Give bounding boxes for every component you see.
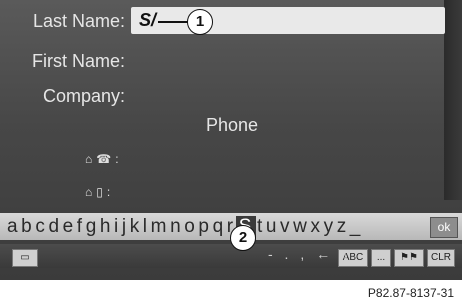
key-c[interactable]: c xyxy=(34,216,47,238)
key-f[interactable]: f xyxy=(76,216,85,238)
key-a[interactable]: a xyxy=(6,216,20,238)
key-k[interactable]: k xyxy=(129,216,142,238)
right-edge-strip xyxy=(444,0,462,200)
key-t[interactable]: t xyxy=(256,216,265,238)
key-l[interactable]: l xyxy=(142,216,150,238)
key-e[interactable]: e xyxy=(62,216,76,238)
last-name-label: Last Name: xyxy=(32,10,125,31)
last-name-value: S/ xyxy=(139,10,157,30)
company-row[interactable]: Company: xyxy=(0,83,125,109)
key-u[interactable]: u xyxy=(265,216,279,238)
home-icon: ⌂ xyxy=(85,185,93,199)
callout-1-leader xyxy=(158,21,188,23)
more-characters-button[interactable]: ... xyxy=(371,249,391,267)
key-v[interactable]: v xyxy=(279,216,292,238)
first-name-label: First Name: xyxy=(31,50,125,71)
key-d[interactable]: d xyxy=(47,216,61,238)
home-phone-colon: : xyxy=(115,152,119,166)
key-space[interactable]: _ xyxy=(349,216,363,238)
key-i[interactable]: i xyxy=(113,216,121,238)
company-label: Company: xyxy=(42,85,125,106)
home-icon: ⌂ xyxy=(85,152,93,166)
home-phone-row[interactable]: ⌂ ☎ : xyxy=(85,152,119,166)
callout-2: 2 xyxy=(230,225,256,251)
key-o[interactable]: o xyxy=(183,216,197,238)
home-mobile-colon: : xyxy=(106,185,111,199)
last-name-row: Last Name: xyxy=(0,8,125,34)
callout-1: 1 xyxy=(187,9,213,35)
image-reference-code: P82.87-8137-31 xyxy=(367,286,454,300)
key-m[interactable]: m xyxy=(150,216,169,238)
key-g[interactable]: g xyxy=(85,216,99,238)
key-n[interactable]: n xyxy=(169,216,183,238)
key-j[interactable]: j xyxy=(121,216,129,238)
bottom-toolbar: ▭ ABC ... ⚑⚑ CLR xyxy=(0,244,462,268)
screen: Last Name: S/ First Name: Company: Phone… xyxy=(0,0,462,280)
mobile-phone-icon: ▯ xyxy=(96,185,103,199)
menu-icon[interactable]: ▭ xyxy=(12,249,38,267)
key-p[interactable]: p xyxy=(197,216,211,238)
language-flag-icon[interactable]: ⚑⚑ xyxy=(394,249,424,267)
key-h[interactable]: h xyxy=(99,216,113,238)
symbol-keys[interactable]: - . , ← ↓ xyxy=(268,246,353,262)
key-w[interactable]: w xyxy=(292,216,309,238)
phone-heading: Phone xyxy=(206,115,259,135)
ok-button[interactable]: ok xyxy=(430,217,458,238)
first-name-row[interactable]: First Name: xyxy=(0,48,125,74)
key-z[interactable]: z xyxy=(336,216,349,238)
key-y[interactable]: y xyxy=(323,216,336,238)
home-mobile-row[interactable]: ⌂ ▯ : xyxy=(85,185,110,199)
clear-button[interactable]: CLR xyxy=(427,249,455,267)
telephone-icon: ☎ xyxy=(96,152,112,166)
key-q[interactable]: q xyxy=(212,216,226,238)
key-x[interactable]: x xyxy=(309,216,322,238)
key-b[interactable]: b xyxy=(20,216,34,238)
character-list[interactable]: abcdefghijklmnopqrStuvwxyz_ xyxy=(6,213,363,240)
